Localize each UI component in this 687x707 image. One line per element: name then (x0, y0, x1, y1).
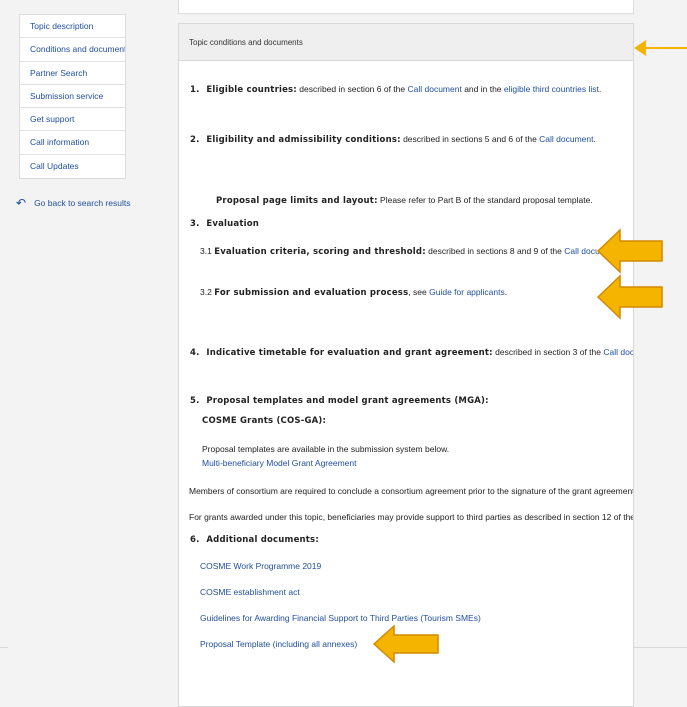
third-parties-text: For grants awarded under this topic, ben… (189, 512, 634, 522)
divider-line (0, 647, 8, 648)
subsection-title: For submission and evaluation process (214, 288, 409, 298)
annotation-arrow-icon (596, 228, 663, 274)
annotation-arrow-icon (372, 624, 439, 664)
back-to-search-label: Go back to search results (34, 198, 131, 208)
subsection-number: 3.2 (200, 287, 215, 297)
establishment-act-link[interactable]: COSME establishment act (200, 587, 300, 597)
back-to-search-link[interactable]: ↶ Go back to search results (16, 196, 130, 210)
section-title: Proposal templates and model grant agree… (206, 396, 489, 406)
section-number: 5. (190, 396, 200, 406)
page-limits-text: Please refer to Part B of the standard p… (377, 195, 593, 205)
nav-item-call-information[interactable]: Call information (20, 131, 125, 155)
panel-title: Topic conditions and documents (179, 24, 633, 61)
nav-item-conditions-documents[interactable]: Conditions and documents (20, 38, 125, 62)
cosme-grants-subtitle: COSME Grants (COS-GA): (202, 416, 327, 426)
page-limits: Proposal page limits and layout: Please … (216, 195, 593, 206)
section-text: described in section 3 of the (492, 347, 604, 357)
evaluation-process: 3.2 For submission and evaluation proces… (200, 287, 507, 298)
section-timetable: 4. Indicative timetable for evaluation a… (190, 347, 633, 358)
call-document-link[interactable]: Call document (539, 134, 593, 144)
proposal-template-link[interactable]: Proposal Template (including all annexes… (200, 639, 357, 649)
section-number: 4. (190, 348, 200, 358)
section-eligibility-conditions: 2. Eligibility and admissibility conditi… (190, 134, 596, 145)
section-text: and in the (461, 84, 504, 94)
subsection-number: 3.1 (200, 246, 215, 256)
guidelines-link[interactable]: Guidelines for Awarding Financial Suppor… (200, 613, 481, 623)
topic-side-nav: Topic description Conditions and documen… (19, 14, 126, 180)
call-document-link[interactable]: Call document (407, 84, 461, 94)
section-text: . (593, 134, 596, 144)
section-number: 3. (190, 219, 200, 229)
subsection-title: Evaluation criteria, scoring and thresho… (214, 247, 426, 257)
section-title: Eligible countries: (206, 85, 297, 95)
subsection-text: . (504, 287, 508, 297)
section-additional-documents: 6. Additional documents: (190, 534, 319, 545)
nav-item-call-updates[interactable]: Call Updates (20, 155, 125, 178)
subsection-text: , see (408, 287, 430, 297)
nav-item-partner-search[interactable]: Partner Search (20, 62, 125, 85)
annotation-arrow-icon (634, 40, 687, 56)
section-title: Evaluation (206, 219, 260, 229)
section-text: described in section 6 of the (296, 84, 408, 94)
section-title: Additional documents: (206, 535, 319, 545)
section-title: Eligibility and admissibility conditions… (206, 135, 401, 145)
divider-line (634, 647, 687, 648)
nav-item-topic-description[interactable]: Topic description (20, 15, 125, 39)
section-eligible-countries: 1. Eligible countries: described in sect… (190, 84, 601, 95)
consortium-text: Members of consortium are required to co… (189, 486, 634, 496)
section-number: 6. (190, 535, 200, 545)
section-evaluation: 3. Evaluation (190, 218, 259, 229)
section-title: Indicative timetable for evaluation and … (206, 348, 493, 358)
conditions-panel: Topic conditions and documents 1. Eligib… (178, 23, 634, 707)
model-grant-agreement-link[interactable]: Multi-beneficiary Model Grant Agreement (202, 458, 357, 468)
call-document-link[interactable]: Call document (603, 347, 633, 357)
nav-item-submission-service[interactable]: Submission service (20, 85, 125, 109)
templates-text: Proposal templates are available in the … (202, 444, 450, 454)
nav-item-get-support[interactable]: Get support (20, 108, 125, 132)
section-text: described in sections 5 and 6 of the (400, 134, 540, 144)
section-text: . (598, 84, 602, 94)
subsection-text: described in sections 8 and 9 of the (425, 246, 565, 256)
section-number: 2. (190, 135, 200, 145)
third-countries-link[interactable]: eligible third countries list (504, 84, 599, 94)
top-card (178, 0, 634, 14)
evaluation-criteria: 3.1 Evaluation criteria, scoring and thr… (200, 246, 621, 257)
page-limits-title: Proposal page limits and layout: (216, 196, 378, 206)
section-templates: 5. Proposal templates and model grant ag… (190, 395, 489, 406)
back-arrow-icon: ↶ (16, 196, 27, 210)
section-number: 1. (190, 85, 200, 95)
annotation-arrow-icon (596, 274, 663, 320)
work-programme-link[interactable]: COSME Work Programme 2019 (200, 561, 321, 571)
guide-for-applicants-link[interactable]: Guide for applicants (429, 287, 505, 297)
